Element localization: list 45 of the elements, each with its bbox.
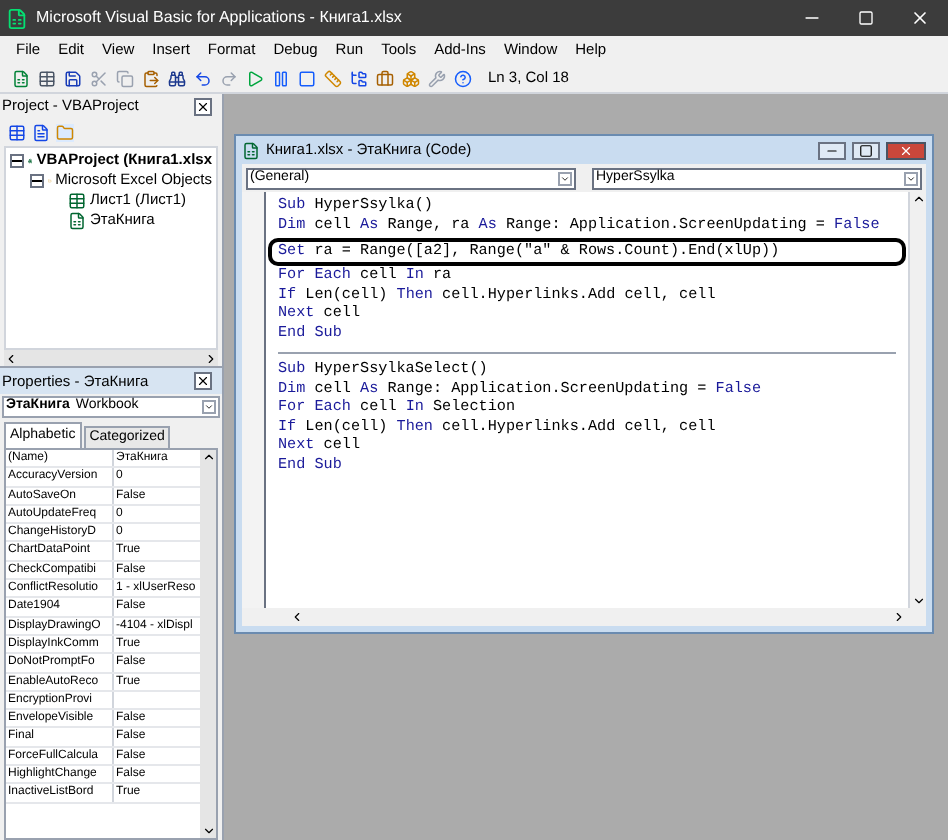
vertical-scrollbar[interactable]	[200, 450, 216, 838]
window-icon[interactable]	[38, 69, 56, 87]
scroll-down-icon[interactable]	[911, 594, 925, 608]
paste-icon[interactable]	[142, 69, 160, 87]
expander-icon[interactable]	[10, 153, 24, 167]
dropdown-arrow-icon[interactable]	[558, 171, 572, 185]
close-icon[interactable]	[194, 372, 212, 390]
vertical-scrollbar[interactable]	[908, 192, 926, 608]
scroll-down-icon[interactable]	[201, 824, 215, 838]
play-icon[interactable]	[246, 69, 264, 87]
binoculars-icon[interactable]	[168, 69, 186, 87]
minimize-icon[interactable]	[818, 141, 846, 159]
workbook-icon	[68, 211, 86, 229]
close-icon[interactable]	[886, 141, 926, 159]
toggle-folders-icon[interactable]	[56, 123, 74, 141]
object-browser-icon[interactable]	[402, 69, 420, 87]
save-icon[interactable]	[64, 69, 82, 87]
view-code-icon[interactable]	[8, 123, 26, 141]
pause-icon[interactable]	[272, 69, 290, 87]
horizontal-scrollbar[interactable]	[4, 350, 218, 366]
close-icon[interactable]	[194, 97, 212, 115]
project-explorer-icon[interactable]	[350, 69, 368, 87]
dropdown-arrow-icon[interactable]	[202, 400, 216, 414]
scroll-up-icon[interactable]	[911, 192, 925, 206]
help-icon[interactable]	[454, 69, 472, 87]
sheet-icon	[68, 191, 86, 209]
undo-icon[interactable]	[194, 69, 212, 87]
maximize-icon[interactable]	[852, 141, 880, 159]
code-window-icon	[242, 141, 260, 159]
properties-icon[interactable]	[376, 69, 394, 87]
view-object-icon[interactable]	[32, 123, 50, 141]
stop-icon[interactable]	[298, 69, 316, 87]
spreadsheet-icon[interactable]	[12, 69, 30, 87]
horizontal-scrollbar[interactable]	[242, 608, 926, 626]
scroll-right-icon[interactable]	[892, 610, 906, 624]
design-mode-icon[interactable]	[324, 69, 342, 87]
close-icon[interactable]	[910, 8, 930, 28]
window-title: Microsoft Visual Basic for Applications - Книга1.xlsx	[36, 6, 404, 30]
scroll-up-icon[interactable]	[201, 450, 215, 464]
scroll-left-icon[interactable]	[4, 351, 18, 365]
scroll-right-icon[interactable]	[204, 351, 218, 365]
expander-icon[interactable]	[30, 173, 44, 187]
app-icon	[6, 7, 28, 29]
dropdown-arrow-icon[interactable]	[904, 171, 918, 185]
scroll-left-icon[interactable]	[290, 610, 304, 624]
